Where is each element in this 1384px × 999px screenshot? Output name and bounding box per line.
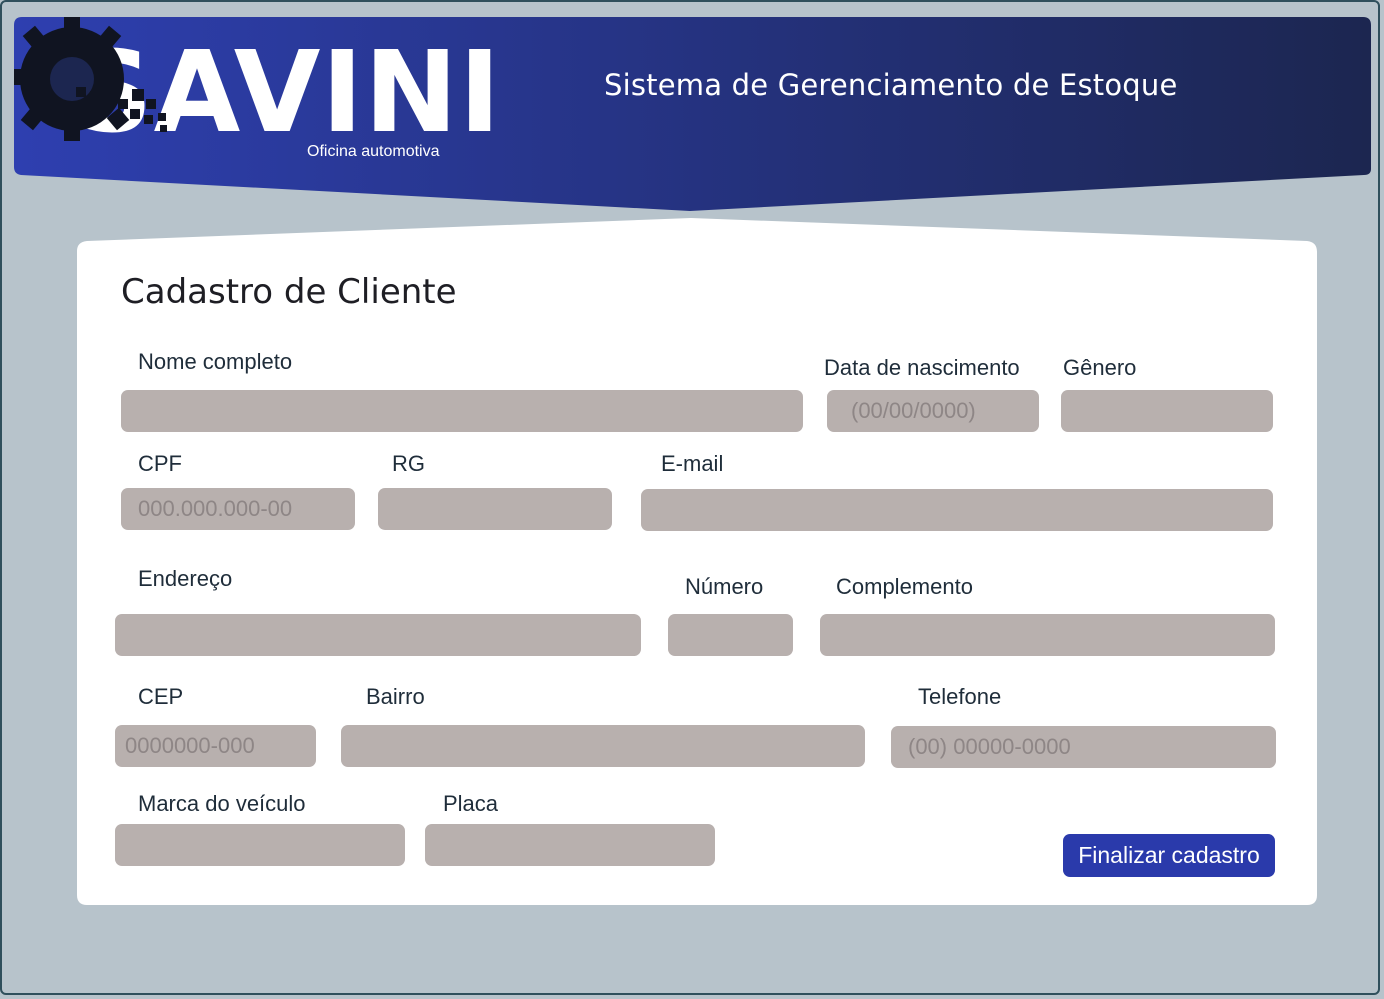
- label-telefone: Telefone: [918, 684, 1002, 709]
- header-banner: SAVINI Oficina automotiva Sistema de Ger…: [14, 17, 1371, 212]
- label-data-nascimento: Data de nascimento: [824, 355, 1020, 380]
- complemento-input[interactable]: [820, 614, 1275, 656]
- label-cep: CEP: [138, 684, 184, 709]
- label-complemento: Complemento: [836, 574, 973, 599]
- label-numero: Número: [685, 574, 764, 599]
- rg-input[interactable]: [378, 488, 612, 530]
- label-genero: Gênero: [1063, 355, 1137, 380]
- system-title: Sistema de Gerenciamento de Estoque: [604, 68, 1178, 102]
- email-input[interactable]: [641, 489, 1273, 531]
- label-rg: RG: [392, 451, 425, 476]
- nome-completo-input[interactable]: [121, 390, 803, 432]
- bairro-input[interactable]: [341, 725, 865, 767]
- cep-input[interactable]: [115, 725, 316, 767]
- telefone-input[interactable]: [891, 726, 1276, 768]
- label-marca-veiculo: Marca do veículo: [138, 791, 306, 816]
- endereco-input[interactable]: [115, 614, 641, 656]
- gear-icon: [14, 17, 167, 141]
- cpf-input[interactable]: [121, 488, 355, 530]
- placa-input[interactable]: [425, 824, 715, 866]
- label-endereco: Endereço: [138, 566, 233, 591]
- genero-input[interactable]: [1061, 390, 1273, 432]
- label-nome-completo: Nome completo: [138, 349, 293, 374]
- data-nascimento-input[interactable]: [827, 390, 1039, 432]
- finalizar-cadastro-button[interactable]: Finalizar cadastro: [1063, 834, 1275, 877]
- numero-input[interactable]: [668, 614, 793, 656]
- page-title: Cadastro de Cliente: [121, 272, 457, 312]
- label-placa: Placa: [443, 791, 499, 816]
- marca-veiculo-input[interactable]: [115, 824, 405, 866]
- label-bairro: Bairro: [366, 684, 425, 709]
- brand-tagline: Oficina automotiva: [307, 143, 440, 160]
- label-email: E-mail: [661, 451, 724, 476]
- label-cpf: CPF: [138, 451, 182, 476]
